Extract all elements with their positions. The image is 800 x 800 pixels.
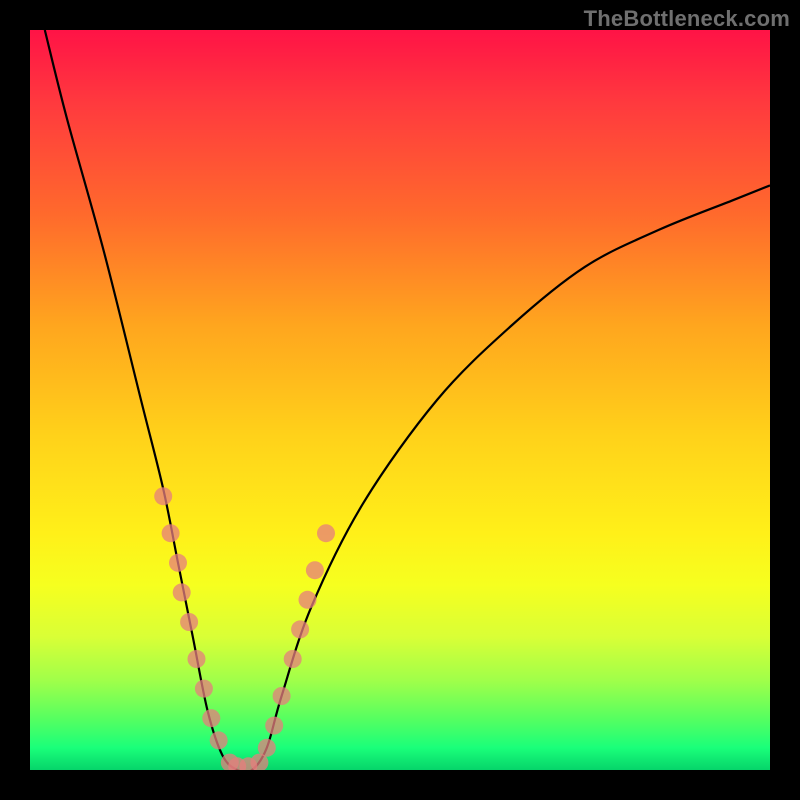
- reference-dot: [317, 524, 335, 542]
- reference-dot: [202, 709, 220, 727]
- reference-dot: [180, 613, 198, 631]
- plot-area: [30, 30, 770, 770]
- reference-dot: [154, 487, 172, 505]
- chart-container: TheBottleneck.com: [0, 0, 800, 800]
- reference-dot: [188, 650, 206, 668]
- reference-dot: [258, 739, 276, 757]
- reference-dots-group: [154, 487, 335, 770]
- reference-dot: [291, 620, 309, 638]
- reference-dot: [284, 650, 302, 668]
- reference-dot: [162, 524, 180, 542]
- reference-dot: [195, 680, 213, 698]
- reference-dot: [210, 731, 228, 749]
- bottleneck-curve: [45, 30, 770, 770]
- reference-dot: [299, 591, 317, 609]
- reference-dot: [265, 717, 283, 735]
- watermark-text: TheBottleneck.com: [584, 6, 790, 32]
- reference-dot: [173, 583, 191, 601]
- reference-dot: [273, 687, 291, 705]
- reference-dot: [306, 561, 324, 579]
- chart-svg: [30, 30, 770, 770]
- reference-dot: [169, 554, 187, 572]
